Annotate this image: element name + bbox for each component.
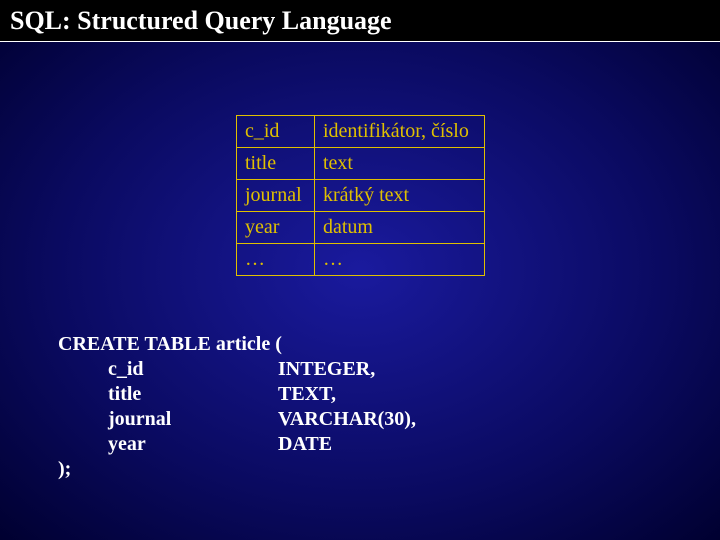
field-cell: c_id bbox=[237, 116, 315, 148]
field-cell: journal bbox=[237, 180, 315, 212]
table-row: journal krátký text bbox=[237, 180, 485, 212]
field-cell: … bbox=[237, 244, 315, 276]
code-line: journalVARCHAR(30), bbox=[58, 407, 416, 432]
table-row: c_id identifikátor, číslo bbox=[237, 116, 485, 148]
field-table: c_id identifikátor, číslo title text jou… bbox=[236, 115, 485, 276]
desc-cell: datum bbox=[315, 212, 485, 244]
field-cell: year bbox=[237, 212, 315, 244]
title-bar: SQL: Structured Query Language bbox=[0, 0, 720, 42]
code-line: ); bbox=[58, 457, 416, 482]
code-line: titleTEXT, bbox=[58, 382, 416, 407]
desc-cell: identifikátor, číslo bbox=[315, 116, 485, 148]
code-line: c_idINTEGER, bbox=[58, 357, 416, 382]
code-line: yearDATE bbox=[58, 432, 416, 457]
code-block: CREATE TABLE article ( c_idINTEGER, titl… bbox=[58, 332, 416, 482]
desc-cell: text bbox=[315, 148, 485, 180]
desc-cell: … bbox=[315, 244, 485, 276]
table-row: … … bbox=[237, 244, 485, 276]
table-row: title text bbox=[237, 148, 485, 180]
table: c_id identifikátor, číslo title text jou… bbox=[236, 115, 485, 276]
table-row: year datum bbox=[237, 212, 485, 244]
field-cell: title bbox=[237, 148, 315, 180]
page-title: SQL: Structured Query Language bbox=[10, 6, 392, 36]
code-line: CREATE TABLE article ( bbox=[58, 332, 416, 357]
desc-cell: krátký text bbox=[315, 180, 485, 212]
